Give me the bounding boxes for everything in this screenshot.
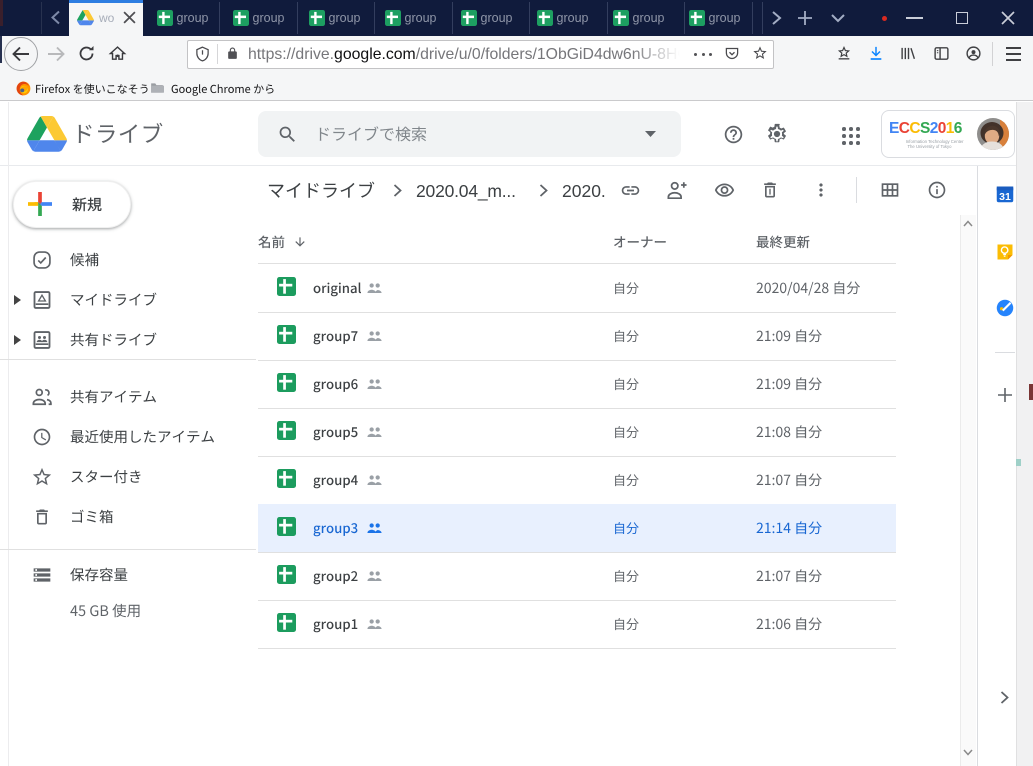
svg-text:31: 31: [999, 191, 1011, 203]
